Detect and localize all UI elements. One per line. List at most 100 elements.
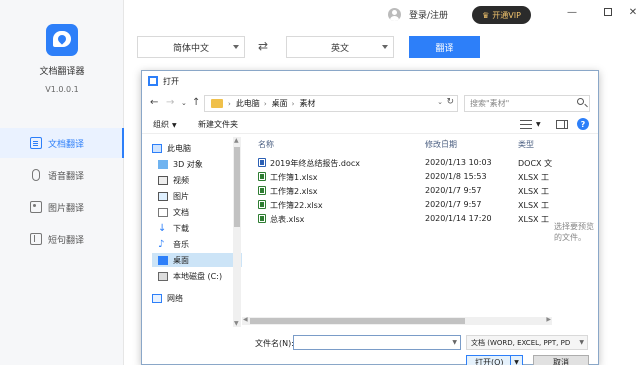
target-language-select[interactable]: 英文 bbox=[286, 36, 394, 58]
nav-item-voice-translate[interactable]: 语音翻译 bbox=[0, 160, 124, 190]
tree-item-documents[interactable]: 文档 bbox=[152, 205, 242, 219]
tree-item-music[interactable]: ♪ 音乐 bbox=[152, 237, 242, 251]
file-row[interactable]: 工作簿1.xlsx 2020/1/8 15:53 XLSX 工 bbox=[250, 171, 598, 184]
back-arrow-icon[interactable]: ← bbox=[150, 96, 158, 110]
file-row[interactable]: 2019年终总结报告.docx 2020/1/13 10:03 DOCX 文 bbox=[250, 157, 598, 170]
chevron-down-icon[interactable]: ▼ bbox=[536, 121, 541, 128]
breadcrumb-desktop[interactable]: 桌面 bbox=[272, 98, 288, 109]
scrollbar-thumb[interactable] bbox=[234, 147, 240, 227]
app-name: 文档翻译器 bbox=[39, 67, 85, 77]
open-button[interactable]: 打开(O) ▼ bbox=[466, 355, 523, 365]
login-text: 登录/注册 bbox=[409, 11, 449, 21]
folder-icon bbox=[211, 99, 223, 108]
file-name: 总表.xlsx bbox=[270, 215, 305, 224]
music-icon: ♪ bbox=[158, 238, 165, 250]
tree-item-desktop[interactable]: 桌面 bbox=[152, 253, 242, 267]
chevron-down-icon[interactable]: ⌄ bbox=[437, 98, 443, 106]
help-icon[interactable]: ? bbox=[577, 118, 589, 130]
source-language-value: 简体中文 bbox=[172, 43, 209, 54]
recent-dropdown-icon[interactable]: ⌄ bbox=[181, 96, 187, 110]
column-header-modified[interactable]: 修改日期 bbox=[425, 139, 457, 150]
dialog-title: 打开 bbox=[163, 76, 179, 86]
translate-button[interactable]: 翻译 bbox=[409, 36, 480, 58]
minimize-icon[interactable]: — bbox=[565, 5, 579, 19]
tree-item-local-disk[interactable]: 本地磁盘 (C:) bbox=[152, 269, 242, 283]
source-language-select[interactable]: 简体中文 bbox=[137, 36, 245, 58]
tree-item-this-pc[interactable]: 此电脑 bbox=[152, 141, 242, 155]
tree-item-network[interactable]: 网络 bbox=[152, 291, 242, 305]
tree-scrollbar[interactable]: ▲ ▼ bbox=[233, 137, 241, 327]
drive-icon bbox=[158, 271, 168, 281]
scrollbar-thumb[interactable] bbox=[250, 318, 465, 324]
app-version: V1.0.0.1 bbox=[45, 85, 79, 94]
navigation-tree: 此电脑 3D 对象 视频 图片 文档 ↓ 下载 ♪ 音乐 桌面 本地磁盘 (C:… bbox=[152, 137, 242, 327]
swap-languages-icon[interactable]: ⇄ bbox=[258, 40, 272, 52]
cancel-button[interactable]: 取消 bbox=[533, 355, 589, 365]
dialog-toolbar: 组织 ▼ 新建文件夹 ▼ ? bbox=[142, 116, 598, 134]
excel-file-icon bbox=[258, 186, 266, 195]
chevron-down-icon bbox=[382, 45, 388, 49]
excel-file-icon bbox=[258, 214, 266, 223]
new-folder-button[interactable]: 新建文件夹 bbox=[198, 119, 238, 130]
vip-button[interactable]: ♛ 开通VIP bbox=[472, 6, 531, 24]
file-modified: 2020/1/8 15:53 bbox=[425, 172, 487, 181]
nav-label: 文档翻译 bbox=[48, 139, 85, 150]
breadcrumb-materials[interactable]: 素材 bbox=[299, 98, 315, 109]
file-modified: 2020/1/14 17:20 bbox=[425, 214, 492, 223]
network-icon bbox=[152, 293, 162, 303]
nav-item-short-translate[interactable]: 短句翻译 bbox=[0, 224, 124, 254]
search-icon bbox=[577, 98, 584, 105]
dialog-app-icon bbox=[148, 76, 158, 86]
search-input[interactable]: 搜索"素材" bbox=[464, 95, 590, 112]
3d-objects-icon bbox=[158, 159, 168, 169]
tree-item-video[interactable]: 视频 bbox=[152, 173, 242, 187]
organize-button[interactable]: 组织 ▼ bbox=[153, 119, 177, 130]
maximize-icon[interactable] bbox=[601, 5, 615, 19]
computer-icon bbox=[152, 143, 162, 153]
nav-item-image-translate[interactable]: 图片翻译 bbox=[0, 192, 124, 222]
column-header-type[interactable]: 类型 bbox=[518, 139, 534, 150]
open-file-dialog: 打开 ← → ⌄ ↑ › 此电脑 › 桌面 › 素材 ⌄ ↻ 搜索"素材" 组织… bbox=[141, 70, 599, 365]
address-bar[interactable]: › 此电脑 › 桌面 › 素材 ⌄ ↻ bbox=[204, 95, 458, 112]
file-list-horizontal-scrollbar[interactable]: ◀ ▶ bbox=[242, 316, 552, 325]
file-type: XLSX 工 bbox=[518, 201, 550, 210]
vip-label: 开通VIP bbox=[492, 10, 521, 20]
login-link[interactable]: 登录/注册 bbox=[388, 8, 448, 21]
file-row[interactable]: 工作簿2.xlsx 2020/1/7 9:57 XLSX 工 bbox=[250, 185, 598, 198]
close-icon[interactable]: ✕ bbox=[626, 5, 640, 19]
tree-item-downloads[interactable]: ↓ 下载 bbox=[152, 221, 242, 235]
filetype-value: 文档 (WORD, EXCEL, PPT, PD bbox=[471, 338, 571, 347]
file-row[interactable]: 总表.xlsx 2020/1/14 17:20 XLSX 工 bbox=[250, 213, 598, 226]
video-icon bbox=[158, 175, 168, 185]
breadcrumb-this-pc[interactable]: 此电脑 bbox=[236, 98, 260, 109]
word-file-icon bbox=[258, 158, 266, 167]
file-type: XLSX 工 bbox=[518, 187, 550, 196]
filename-input[interactable]: ▼ bbox=[293, 335, 461, 350]
file-type: XLSX 工 bbox=[518, 215, 550, 224]
view-options-icon[interactable] bbox=[520, 120, 532, 129]
preview-pane-icon[interactable] bbox=[556, 120, 568, 129]
file-modified: 2020/1/7 9:57 bbox=[425, 186, 482, 195]
open-options-dropdown-icon[interactable]: ▼ bbox=[510, 356, 522, 365]
tree-item-3d-objects[interactable]: 3D 对象 bbox=[152, 157, 242, 171]
tree-item-pictures[interactable]: 图片 bbox=[152, 189, 242, 203]
nav-item-document-translate[interactable]: 文档翻译 bbox=[0, 128, 124, 158]
up-arrow-icon[interactable]: ↑ bbox=[192, 96, 200, 110]
filename-label: 文件名(N): bbox=[255, 339, 294, 348]
file-name: 2019年终总结报告.docx bbox=[270, 159, 361, 168]
file-row[interactable]: 工作簿22.xlsx 2020/1/7 9:57 XLSX 工 bbox=[250, 199, 598, 212]
preview-hint: 选择要预览的文件。 bbox=[554, 222, 594, 242]
short-text-icon bbox=[30, 233, 42, 245]
download-icon: ↓ bbox=[158, 222, 167, 234]
column-header-name[interactable]: 名称 bbox=[258, 139, 274, 150]
chevron-down-icon[interactable]: ▼ bbox=[452, 339, 457, 346]
forward-arrow-icon[interactable]: → bbox=[166, 96, 174, 110]
desktop-icon bbox=[158, 255, 168, 265]
dialog-nav-row: ← → ⌄ ↑ › 此电脑 › 桌面 › 素材 ⌄ ↻ 搜索"素材" bbox=[142, 93, 598, 113]
microphone-icon bbox=[32, 169, 40, 181]
refresh-icon[interactable]: ↻ bbox=[446, 97, 454, 107]
nav-label: 图片翻译 bbox=[48, 203, 85, 214]
file-name: 工作簿1.xlsx bbox=[270, 173, 318, 182]
document-icon bbox=[30, 137, 42, 149]
filetype-select[interactable]: 文档 (WORD, EXCEL, PPT, PD ▼ bbox=[466, 335, 588, 350]
